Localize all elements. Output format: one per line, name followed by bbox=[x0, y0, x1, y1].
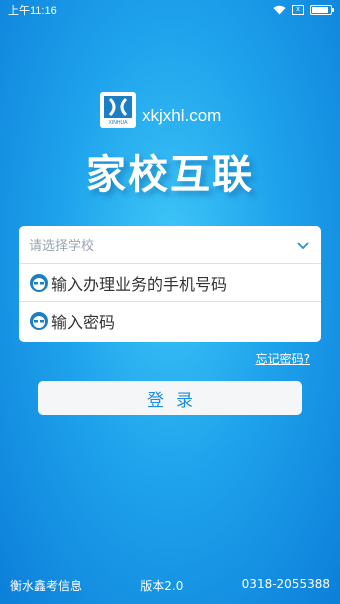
status-bar: 上午11:16 x bbox=[0, 0, 340, 20]
phone-field-label: 输入办理业务的手机号码 bbox=[51, 274, 228, 294]
footer: 衡水鑫考信息 版本2.0 0318-2055388 bbox=[0, 577, 340, 594]
logo: XINHUA xkjxhl.com bbox=[100, 92, 221, 128]
login-button[interactable]: 登录 bbox=[38, 381, 302, 415]
login-form: 请选择学校 输入办理业务的手机号码 输入密码 bbox=[19, 226, 321, 342]
wifi-icon bbox=[273, 5, 286, 15]
footer-version: 版本2.0 bbox=[140, 579, 184, 593]
brand-logo-icon: XINHUA bbox=[100, 92, 136, 128]
footer-company: 衡水鑫考信息 bbox=[10, 579, 83, 593]
sim-icon: x bbox=[292, 5, 304, 15]
footer-phone: 0318-2055388 bbox=[241, 577, 330, 591]
school-select[interactable]: 请选择学校 bbox=[19, 226, 321, 264]
password-field[interactable]: 输入密码 bbox=[19, 302, 321, 340]
app-title: 家校互联 bbox=[86, 152, 254, 198]
battery-icon bbox=[310, 5, 334, 15]
password-field-label: 输入密码 bbox=[51, 313, 116, 332]
chevron-down-icon bbox=[297, 241, 309, 249]
logo-domain: xkjxhl.com bbox=[142, 106, 222, 125]
status-icons: x bbox=[273, 5, 334, 15]
user-avatar-icon bbox=[30, 273, 48, 292]
status-time: 上午11:16 bbox=[8, 5, 57, 17]
phone-field[interactable]: 输入办理业务的手机号码 bbox=[19, 264, 321, 302]
forgot-password-link[interactable]: 忘记密码? bbox=[256, 350, 310, 367]
logo-caption: XINHUA bbox=[109, 120, 129, 126]
user-avatar-icon bbox=[30, 312, 48, 330]
school-select-placeholder: 请选择学校 bbox=[29, 239, 95, 254]
